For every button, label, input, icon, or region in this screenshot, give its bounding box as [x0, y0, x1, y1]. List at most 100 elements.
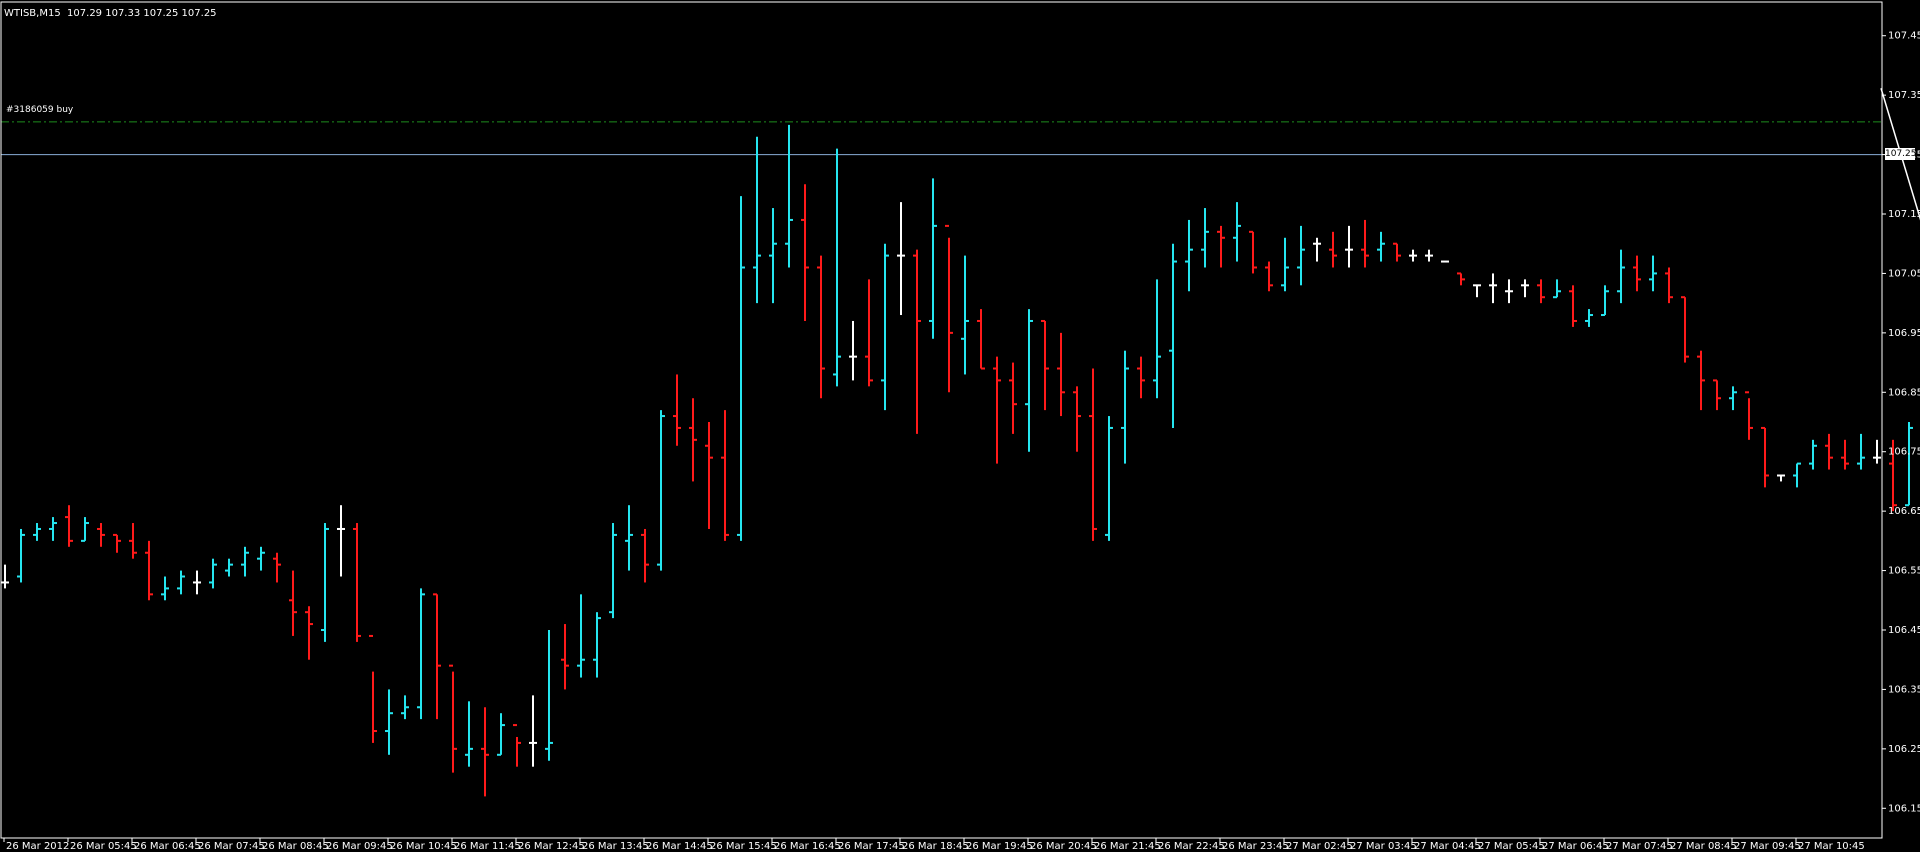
ohlc-bar — [1761, 426, 1769, 488]
x-tick-label: 26 Mar 14:45 — [646, 841, 713, 852]
ohlc-bar — [1, 564, 9, 589]
ohlc-bar — [161, 576, 169, 601]
ohlc-bar — [1857, 433, 1865, 470]
ohlc-bar — [1169, 243, 1177, 428]
symbol-text: WTISB,M15 — [4, 8, 61, 19]
ohlc-bar — [497, 713, 505, 756]
x-tick-label: 27 Mar 03:45 — [1350, 841, 1417, 852]
ohlc-bar — [1505, 279, 1513, 304]
y-tick-label: 106.95 — [1888, 328, 1920, 339]
ohlc-text: 107.29 107.33 107.25 107.25 — [67, 8, 217, 19]
ohlc-bar — [753, 136, 761, 304]
ohlc-bar — [1665, 267, 1673, 304]
ohlc-bar — [321, 523, 329, 642]
x-tick-label: 26 Mar 18:45 — [902, 841, 969, 852]
x-tick-label: 27 Mar 05:45 — [1478, 841, 1545, 852]
ohlc-bar — [1697, 350, 1705, 411]
ohlc-bar — [1025, 309, 1033, 452]
ohlc-bar — [1201, 208, 1209, 268]
ohlc-bar — [1681, 296, 1689, 363]
x-tick-label: 27 Mar 04:45 — [1414, 841, 1481, 852]
x-tick-label: 26 Mar 05:45 — [70, 841, 137, 852]
ohlc-bar — [961, 255, 969, 375]
ohlc-bar — [849, 320, 857, 381]
ohlc-bar — [1425, 249, 1433, 262]
order-label: #3186059 buy — [6, 105, 74, 115]
ohlc-bar — [1281, 237, 1289, 292]
ohlc-bar — [737, 196, 745, 541]
ohlc-bar — [1873, 439, 1881, 464]
plot-border — [0, 1, 1883, 839]
ohlc-bar — [1713, 379, 1721, 411]
ohlc-bar — [129, 523, 137, 559]
ohlc-bar — [657, 410, 665, 571]
ohlc-bar — [33, 523, 41, 541]
ohlc-bar — [337, 505, 345, 577]
ohlc-bar — [385, 689, 393, 755]
ohlc-bar — [1249, 230, 1257, 274]
chart-header: WTISB,M15 107.29 107.33 107.25 107.25 — [4, 8, 217, 19]
x-tick-label: 26 Mar 2012 — [6, 841, 69, 852]
ohlc-bar — [1377, 231, 1385, 262]
x-tick-label: 26 Mar 23:45 — [1222, 841, 1289, 852]
x-tick-label: 26 Mar 19:45 — [966, 841, 1033, 852]
ohlc-bar — [1233, 202, 1241, 262]
ohlc-bar — [801, 184, 809, 321]
y-tick-label: 106.55 — [1888, 566, 1920, 577]
ohlc-bar — [593, 612, 601, 678]
ohlc-bar — [1457, 272, 1465, 286]
ohlc-bar — [833, 148, 841, 387]
ohlc-bar — [513, 724, 521, 767]
x-tick-label: 26 Mar 20:45 — [1030, 841, 1097, 852]
y-tick-label: 107.05 — [1888, 268, 1920, 279]
ohlc-bar — [817, 255, 825, 399]
ohlc-bar — [1521, 279, 1529, 298]
x-tick-label: 26 Mar 22:45 — [1158, 841, 1225, 852]
ohlc-bar — [785, 124, 793, 268]
ohlc-bar — [289, 570, 297, 636]
ohlc-bar — [1073, 386, 1081, 452]
ohlc-bar — [225, 558, 233, 577]
ohlc-bar — [897, 202, 905, 316]
ohlc-bar — [673, 374, 681, 446]
ohlc-bar — [529, 695, 537, 767]
ohlc-bar — [1009, 362, 1017, 434]
ohlc-bar — [241, 546, 249, 577]
ohlc-bar — [1345, 225, 1353, 268]
ohlc-bar — [417, 588, 425, 720]
ohlc-bar — [1361, 219, 1369, 268]
ohlc-bar — [1537, 279, 1545, 304]
ohlc-bar — [705, 422, 713, 529]
ohlc-bar — [641, 528, 649, 583]
ohlc-bar — [865, 279, 873, 387]
x-tick-label: 26 Mar 08:45 — [262, 841, 329, 852]
ohlc-bar — [305, 606, 313, 660]
ohlc-bar — [1313, 237, 1321, 262]
ohlc-bar — [977, 309, 985, 370]
x-tick-label: 27 Mar 08:45 — [1670, 841, 1737, 852]
ohlc-bar — [1633, 255, 1641, 292]
ohlc-bar — [1793, 462, 1801, 488]
ohlc-bar — [929, 178, 937, 339]
y-tick-label: 106.45 — [1888, 625, 1920, 636]
ohlc-bar — [433, 593, 441, 720]
ohlc-bar — [369, 634, 377, 743]
ohlc-bar — [257, 546, 265, 571]
ohlc-bar — [1217, 225, 1225, 268]
ohlc-bar — [401, 695, 409, 720]
ohlc-bar — [145, 540, 153, 601]
ohlc-bar — [1105, 416, 1113, 541]
ohlc-bar — [1585, 309, 1593, 327]
ohlc-bar — [353, 523, 361, 642]
x-tick-label: 26 Mar 21:45 — [1094, 841, 1161, 852]
x-tick-label: 27 Mar 06:45 — [1542, 841, 1609, 852]
ohlc-bar — [1393, 242, 1401, 262]
ohlc-bar — [49, 517, 57, 541]
x-tick-label: 27 Mar 10:45 — [1798, 841, 1865, 852]
ohlc-bar — [913, 249, 921, 434]
ohlc-bar — [1153, 279, 1161, 399]
ohlc-bar — [1745, 391, 1753, 440]
ohlc-bar — [1569, 285, 1577, 327]
x-tick-label: 26 Mar 07:45 — [198, 841, 265, 852]
ohlc-bar — [481, 707, 489, 797]
